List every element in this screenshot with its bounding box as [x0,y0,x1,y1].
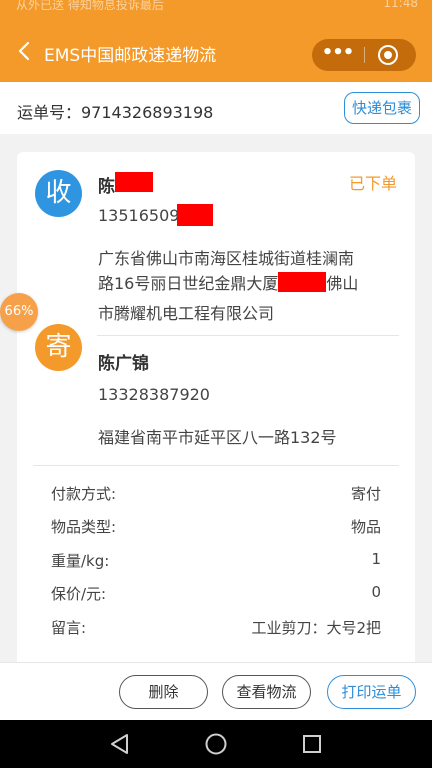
back-button[interactable] [12,36,40,66]
address-part: 路16号丽日世纪金鼎大厦 [98,274,279,293]
floating-progress-badge[interactable]: 66% [0,293,38,331]
print-waybill-button[interactable]: 打印运单 [327,675,416,709]
detail-label: 留言: [51,619,87,637]
recipient-address-line3: 市腾耀机电工程有限公司 [98,304,275,323]
mini-program-capsule: ••• [312,39,416,71]
action-bar: 删除 查看物流 打印运单 [0,662,432,720]
sender-badge: 寄 [35,324,82,371]
redaction-block [278,272,327,292]
more-dots-icon: ••• [321,42,355,63]
chevron-left-icon [18,41,30,61]
recipient-address-line1: 广东省佛山市南海区桂城街道桂澜南 [98,249,355,268]
package-type-button[interactable]: 快递包裹 [344,92,420,124]
order-status: 已下单 [348,174,397,193]
waybill-number: 运单号：9714326893198 [17,103,214,122]
divider [97,335,399,336]
waybill-bar: 运单号：9714326893198 快递包裹 [0,82,432,134]
capsule-divider [364,47,365,63]
detail-row: 付款方式: 寄付 [51,483,381,507]
detail-row: 留言: 工业剪刀：大号2把 [51,617,381,641]
detail-label: 物品类型: [51,518,117,536]
detail-row: 物品类型: 物品 [51,516,381,540]
circle-home-icon[interactable] [204,732,228,756]
detail-row: 重量/kg: 1 [51,550,381,574]
triangle-back-icon[interactable] [108,732,132,756]
recipient-address-line2: 路16号丽日世纪金鼎大厦 佛山 [98,271,398,296]
detail-value: 物品 [350,518,381,536]
status-bar: 从外已送 得知物息投诉最后 11:48 [0,0,432,22]
page-title: EMS中国邮政速递物流 [44,46,217,66]
detail-value: 工业剪刀：大号2把 [251,619,381,637]
status-left-text: 从外已送 得知物息投诉最后 [16,0,164,12]
sender-phone: 13328387920 [98,385,210,404]
detail-value: 1 [371,550,381,568]
address-part: 佛山 [326,274,359,293]
status-time: 11:48 [383,0,418,10]
square-recent-icon[interactable] [300,732,324,756]
order-card: 收 已下单 陈 13516509 广东省佛山市南海区桂城街道桂澜南 路16号丽日… [17,152,415,672]
sender-name: 陈广锦 [98,354,149,374]
close-button[interactable] [378,45,398,65]
recipient-name: 陈 [98,177,115,197]
nav-bar: EMS中国邮政速递物流 ••• [0,22,432,82]
divider [33,465,399,466]
detail-value: 0 [371,583,381,601]
detail-value: 寄付 [350,485,381,503]
recipient-badge: 收 [35,170,82,217]
detail-label: 保价/元: [51,585,107,603]
more-button[interactable]: ••• [312,39,363,71]
view-logistics-button[interactable]: 查看物流 [222,675,311,709]
detail-label: 付款方式: [51,485,117,503]
sender-address: 福建省南平市延平区八一路132号 [98,428,337,447]
detail-row: 保价/元: 0 [51,583,381,607]
system-nav-bar [0,720,432,768]
delete-button[interactable]: 删除 [119,675,208,709]
detail-label: 重量/kg: [51,552,110,570]
redaction-block [177,204,213,226]
recipient-phone: 13516509 [98,206,180,225]
redaction-block [115,172,153,192]
